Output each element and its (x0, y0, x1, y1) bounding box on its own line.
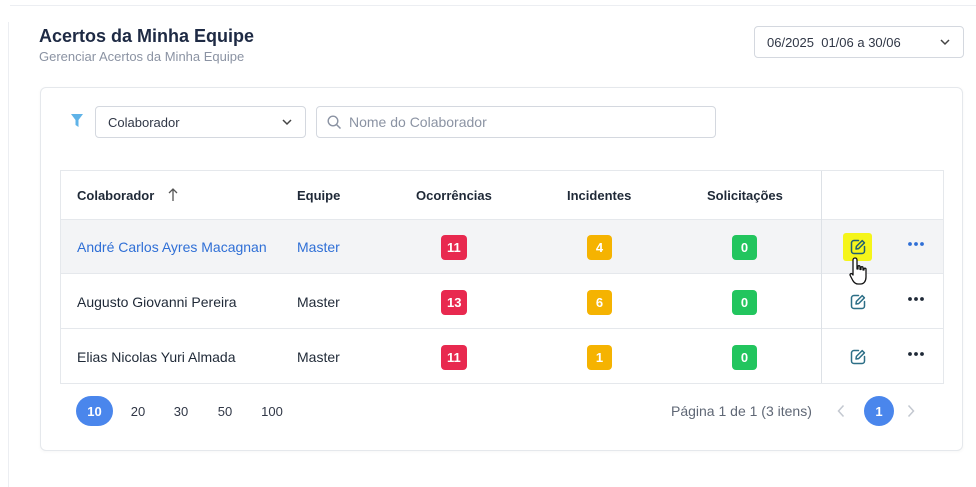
page-size-50[interactable]: 50 (214, 396, 236, 426)
edit-icon (850, 239, 865, 255)
table-row: Elias Nicolas Yuri Almada Master 11 1 0 (61, 330, 943, 384)
col-header-ocorrencias[interactable]: Ocorrências (416, 188, 492, 203)
page-subtitle: Gerenciar Acertos da Minha Equipe (39, 49, 245, 64)
col-header-incidentes[interactable]: Incidentes (567, 188, 631, 203)
incidentes-badge: 4 (587, 235, 612, 260)
solicitacoes-badge: 0 (732, 290, 757, 315)
field-select[interactable]: Colaborador (95, 106, 306, 138)
incidentes-badge: 1 (587, 345, 612, 370)
solicitacoes-badge: 0 (732, 345, 757, 370)
period-select[interactable]: 06/2025 01/06 a 30/06 (754, 26, 964, 58)
col-header-equipe[interactable]: Equipe (297, 188, 340, 203)
table-row: Augusto Giovanni Pereira Master 13 6 0 (61, 275, 943, 329)
edit-icon (850, 349, 865, 365)
collaborators-table: Colaborador Equipe Ocorrências Incidente… (60, 170, 944, 384)
search-box[interactable] (316, 106, 716, 138)
chevron-down-icon (940, 39, 950, 46)
page-size-100[interactable]: 100 (258, 396, 286, 426)
search-icon (327, 115, 342, 130)
ocorrencias-badge: 13 (441, 290, 468, 315)
collaborator-link[interactable]: André Carlos Ayres Macagnan (77, 239, 267, 255)
sort-up-icon[interactable] (167, 187, 179, 203)
team-name[interactable]: Master (297, 349, 340, 365)
edit-icon (850, 294, 865, 310)
edit-button[interactable] (843, 288, 872, 316)
more-icon[interactable] (907, 240, 925, 248)
table-row: André Carlos Ayres Macagnan Master 11 4 … (61, 220, 943, 274)
field-select-value: Colaborador (108, 114, 180, 130)
left-divider (8, 22, 9, 487)
actions-column-divider (821, 171, 822, 383)
table-header: Colaborador Equipe Ocorrências Incidente… (61, 171, 943, 220)
top-divider (10, 5, 976, 6)
page-size-30[interactable]: 30 (170, 396, 192, 426)
chevron-down-icon (282, 119, 292, 126)
chevron-left-icon[interactable] (836, 404, 846, 418)
more-icon[interactable] (907, 295, 925, 303)
collaborator-name[interactable]: Augusto Giovanni Pereira (77, 294, 237, 310)
more-icon[interactable] (907, 350, 925, 358)
col-header-solicitacoes[interactable]: Solicitações (707, 188, 783, 203)
hand-cursor-icon (849, 257, 867, 285)
incidentes-badge: 6 (587, 290, 612, 315)
collaborator-name[interactable]: Elias Nicolas Yuri Almada (77, 349, 235, 365)
team-link[interactable]: Master (297, 239, 340, 255)
filter-icon[interactable] (70, 113, 84, 129)
page-title: Acertos da Minha Equipe (39, 26, 255, 46)
edit-button[interactable] (843, 343, 872, 371)
ocorrencias-badge: 11 (441, 235, 467, 260)
page-size-10[interactable]: 10 (76, 396, 113, 426)
pagination-info: Página 1 de 1 (3 itens) (671, 403, 812, 419)
solicitacoes-badge: 0 (732, 235, 757, 260)
period-value: 06/2025 01/06 a 30/06 (767, 34, 901, 50)
col-header-colaborador[interactable]: Colaborador (77, 188, 154, 203)
search-input[interactable] (349, 107, 709, 137)
page-size-20[interactable]: 20 (127, 396, 149, 426)
chevron-right-icon[interactable] (906, 404, 916, 418)
ocorrencias-badge: 11 (441, 345, 467, 370)
team-name[interactable]: Master (297, 294, 340, 310)
page-button-1[interactable]: 1 (864, 396, 894, 426)
